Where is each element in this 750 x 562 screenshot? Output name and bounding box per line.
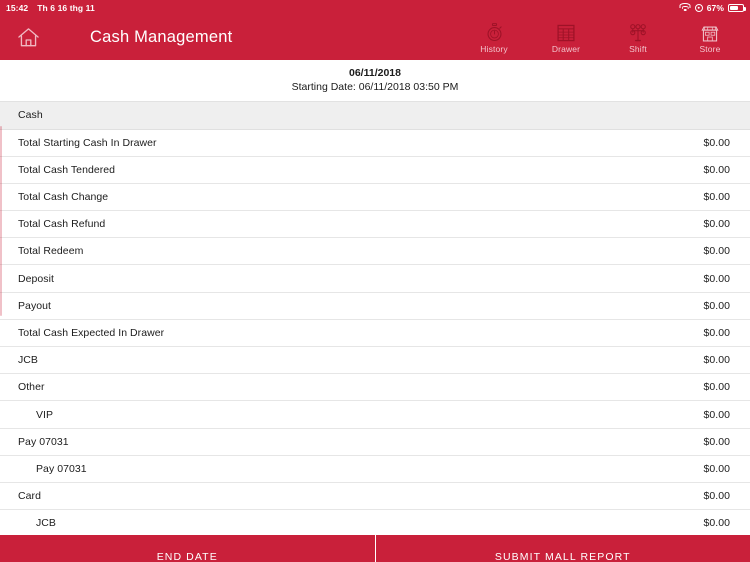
table-row[interactable]: Total Starting Cash In Drawer $0.00 bbox=[0, 129, 750, 157]
list-section-header: Cash bbox=[0, 102, 750, 130]
row-label: Pay 07031 bbox=[36, 462, 87, 475]
status-time: 15:42 bbox=[6, 2, 29, 13]
report-date: 06/11/2018 bbox=[349, 67, 401, 79]
home-icon bbox=[17, 28, 39, 47]
home-button[interactable] bbox=[0, 15, 56, 60]
status-bar-left: 15:42 Th 6 16 thg 11 bbox=[6, 3, 95, 13]
table-row[interactable]: Payout $0.00 bbox=[0, 292, 750, 320]
table-row[interactable]: Card $0.00 bbox=[0, 482, 750, 511]
table-row[interactable]: Pay 07031 $0.00 bbox=[0, 455, 750, 483]
row-value: $0.00 bbox=[703, 462, 730, 475]
status-bar-right: 67% bbox=[679, 2, 746, 13]
row-value: $0.00 bbox=[703, 354, 730, 367]
row-value: $0.00 bbox=[703, 218, 730, 231]
nav-label-drawer: Drawer bbox=[551, 43, 581, 54]
row-label: Total Starting Cash In Drawer bbox=[18, 136, 157, 149]
nav-label-history: History bbox=[480, 43, 508, 54]
nav-item-history[interactable]: History bbox=[458, 15, 530, 60]
table-row[interactable]: JCB $0.00 bbox=[0, 347, 750, 375]
storefront-icon bbox=[701, 22, 719, 42]
row-value: $0.00 bbox=[703, 163, 730, 176]
nav-item-shift[interactable]: Shift bbox=[602, 15, 674, 60]
nav-label-shift: Shift bbox=[629, 43, 647, 54]
table-row[interactable]: Total Cash Tendered $0.00 bbox=[0, 156, 750, 184]
table-row[interactable]: Total Cash Change $0.00 bbox=[0, 183, 750, 212]
row-value: $0.00 bbox=[703, 490, 730, 503]
drawer-grid-icon bbox=[557, 22, 575, 42]
location-icon bbox=[694, 3, 703, 12]
table-row[interactable]: Total Redeem $0.00 bbox=[0, 238, 750, 266]
row-value: $0.00 bbox=[703, 245, 730, 258]
row-label: Cash bbox=[18, 109, 43, 122]
row-value: $0.00 bbox=[703, 191, 730, 203]
row-value: $0.00 bbox=[703, 299, 730, 312]
row-value: $0.00 bbox=[703, 381, 730, 394]
row-label: Total Redeem bbox=[18, 245, 84, 258]
row-value: $0.00 bbox=[703, 272, 730, 285]
end-date-button[interactable]: END DATE bbox=[0, 535, 376, 562]
page-title: Cash Management bbox=[90, 28, 233, 46]
row-label: Payout bbox=[18, 299, 51, 312]
row-label: Total Cash Tendered bbox=[18, 163, 116, 176]
cash-summary-list[interactable]: Cash Total Starting Cash In Drawer $0.00 To… bbox=[0, 102, 750, 536]
table-row[interactable]: Deposit $0.00 bbox=[0, 265, 750, 293]
table-row[interactable]: Total Cash Expected In Drawer $0.00 bbox=[0, 319, 750, 348]
row-value: $0.00 bbox=[703, 435, 730, 448]
date-summary: 06/11/2018 Starting Date: 06/11/2018 03:… bbox=[0, 60, 750, 103]
table-row[interactable]: Other $0.00 bbox=[0, 374, 750, 402]
starting-date: Starting Date: 06/11/2018 03:50 PM bbox=[291, 81, 459, 94]
status-date: Th 6 16 thg 11 bbox=[37, 2, 95, 13]
rows-container: Cash Total Starting Cash In Drawer $0.00 To… bbox=[0, 102, 750, 536]
table-row[interactable]: Total Cash Refund $0.00 bbox=[0, 211, 750, 239]
row-value: $0.00 bbox=[703, 326, 730, 339]
wifi-icon bbox=[679, 3, 691, 12]
table-row[interactable]: Pay 07031 $0.00 bbox=[0, 428, 750, 456]
status-bar: 15:42 Th 6 16 thg 11 67% bbox=[0, 0, 750, 15]
header-nav-actions: History Drawer Shift Store bbox=[458, 15, 746, 60]
row-label: Other bbox=[18, 381, 45, 394]
row-value: $0.00 bbox=[703, 408, 730, 421]
row-value: $0.00 bbox=[703, 136, 730, 149]
scrollbar[interactable] bbox=[0, 126, 2, 317]
submit-mall-report-button[interactable]: SUBMIT MALL REPORT bbox=[375, 535, 750, 562]
nav-item-drawer[interactable]: Drawer bbox=[530, 15, 602, 60]
nav-label-store: Store bbox=[699, 43, 721, 54]
table-row[interactable]: VIP $0.00 bbox=[0, 401, 750, 429]
row-label: VIP bbox=[36, 408, 54, 421]
shift-icon bbox=[629, 22, 647, 42]
row-label: Pay 07031 bbox=[18, 435, 69, 448]
battery-icon bbox=[728, 3, 746, 12]
battery-percent-label: 67% bbox=[706, 2, 724, 13]
app-header: Cash Management History Drawer Shift Sto… bbox=[0, 15, 750, 60]
row-label: JCB bbox=[18, 354, 38, 367]
stopwatch-icon bbox=[486, 22, 503, 42]
row-label: Total Cash Change bbox=[18, 191, 109, 203]
row-label: Total Cash Expected In Drawer bbox=[18, 326, 165, 339]
nav-item-store[interactable]: Store bbox=[674, 15, 746, 60]
table-row[interactable]: JCB $0.00 bbox=[0, 510, 750, 536]
row-label: Total Cash Refund bbox=[18, 218, 106, 231]
row-value: $0.00 bbox=[703, 517, 730, 530]
row-label: Deposit bbox=[18, 272, 54, 285]
row-label: JCB bbox=[36, 517, 56, 530]
footer-actions: END DATE SUBMIT MALL REPORT bbox=[0, 535, 750, 562]
row-label: Card bbox=[18, 490, 41, 503]
